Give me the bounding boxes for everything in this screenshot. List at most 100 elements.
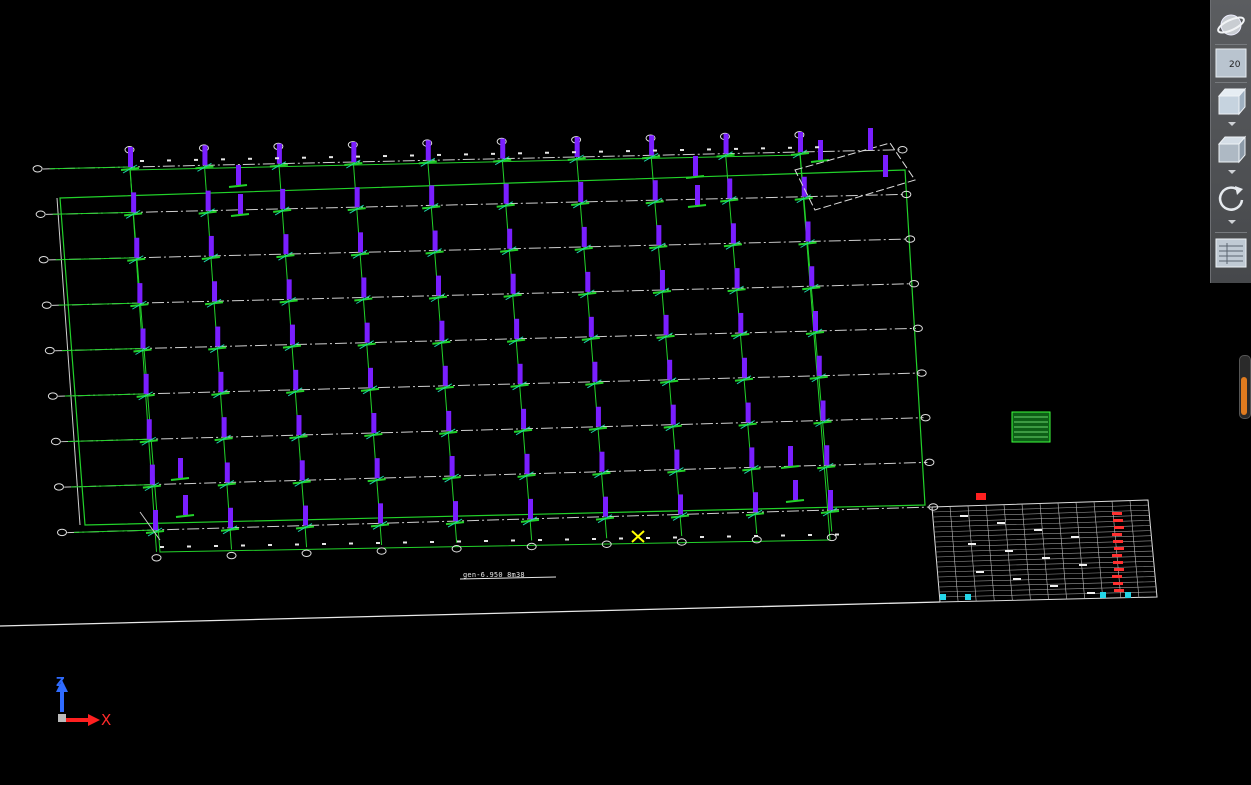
view-front-button[interactable] xyxy=(1215,86,1247,116)
dimension-tick xyxy=(565,538,569,541)
column xyxy=(134,237,140,258)
schedule-cell-text xyxy=(1087,592,1095,594)
dimension-tick xyxy=(781,534,785,537)
dimension-tick xyxy=(140,160,144,162)
view-front-dropdown-icon[interactable] xyxy=(1228,122,1236,126)
ucs-x-label: X xyxy=(101,711,112,729)
dimension-tick xyxy=(700,536,704,538)
column xyxy=(818,140,823,160)
zoom-value: 20 xyxy=(1229,60,1241,70)
column xyxy=(212,281,218,302)
column-base xyxy=(785,499,805,503)
column xyxy=(228,507,233,528)
view-back-button[interactable] xyxy=(1215,134,1247,164)
schedule-cell-text xyxy=(968,543,976,545)
column xyxy=(435,275,441,296)
column xyxy=(738,312,744,333)
column xyxy=(296,415,302,436)
column xyxy=(439,320,445,341)
column xyxy=(236,165,241,185)
axis-bubble xyxy=(905,235,916,243)
column xyxy=(734,268,740,289)
zoom-window-button[interactable]: 20 xyxy=(1215,48,1247,78)
column xyxy=(595,406,601,427)
axis-bubble xyxy=(676,538,687,546)
dimension-tick xyxy=(518,152,522,155)
rotate-dropdown-icon[interactable] xyxy=(1228,220,1236,224)
column xyxy=(303,505,308,526)
schedule-col-line xyxy=(1039,503,1049,600)
schedule-marker xyxy=(976,493,986,500)
column xyxy=(599,451,605,472)
schedule-col-line xyxy=(1093,501,1104,599)
navigation-toolbar: 20 xyxy=(1210,0,1251,283)
axis-bubble xyxy=(35,210,46,218)
axis-bubble xyxy=(151,554,162,562)
axis-bubble xyxy=(909,280,920,288)
column xyxy=(276,143,282,164)
floor-plan-drawing[interactable] xyxy=(0,0,1251,785)
view-cube-icon xyxy=(1217,135,1247,164)
schedule-col-line xyxy=(985,505,995,601)
grid-row-green xyxy=(52,211,134,215)
left-dimension-line xyxy=(56,197,81,526)
column xyxy=(805,221,811,242)
column xyxy=(592,361,598,382)
grid-axis-col xyxy=(203,158,233,550)
column xyxy=(378,503,383,524)
scrollbar-thumb[interactable] xyxy=(1241,377,1247,416)
dimension-tick xyxy=(302,156,306,159)
column-base xyxy=(170,477,190,481)
dimension-tick xyxy=(646,537,650,539)
grid-axis-col xyxy=(575,149,608,539)
dimension-tick xyxy=(511,539,515,542)
column xyxy=(816,355,822,376)
column xyxy=(745,402,751,423)
column xyxy=(753,492,758,513)
column xyxy=(205,190,211,211)
column xyxy=(371,413,377,433)
column-base xyxy=(780,465,800,469)
rotate-button[interactable] xyxy=(1215,182,1247,212)
schedule-flag xyxy=(1112,533,1122,536)
column xyxy=(883,155,888,177)
column xyxy=(723,133,729,154)
axis-bubble xyxy=(50,437,61,446)
dimension-tick xyxy=(788,146,792,149)
column xyxy=(183,495,188,515)
column xyxy=(128,147,133,167)
grid-axis-col xyxy=(724,146,758,534)
dimension-tick xyxy=(619,537,623,540)
column xyxy=(218,371,224,392)
grid-row-green xyxy=(67,438,149,442)
dimension-tick xyxy=(403,541,407,544)
model-viewport[interactable]: gen-6.950 8m38 Z X xyxy=(0,0,1251,785)
axis-bubble xyxy=(376,547,387,555)
orbit-button[interactable] xyxy=(1215,10,1247,40)
grid-axis-col xyxy=(798,144,833,532)
view-back-dropdown-icon[interactable] xyxy=(1228,170,1236,174)
schedule-flag xyxy=(1112,575,1122,578)
ground-line xyxy=(0,601,941,627)
axis-bubble xyxy=(301,549,312,557)
dimension-tick xyxy=(626,150,630,153)
column xyxy=(178,458,183,478)
layer-table-button[interactable] xyxy=(1215,238,1247,268)
grid-axis-row xyxy=(45,193,905,215)
schedule-cell-text xyxy=(1079,564,1087,566)
grid-axis-row xyxy=(58,372,920,397)
dimension-tick xyxy=(815,146,819,149)
dimension-tick xyxy=(727,535,731,538)
vertical-scrollbar[interactable] xyxy=(1239,355,1251,419)
schedule-cyan xyxy=(940,594,946,600)
column xyxy=(351,142,357,162)
grid-row-green xyxy=(58,302,140,306)
column xyxy=(153,510,158,530)
view-cube-icon xyxy=(1217,87,1247,116)
column xyxy=(652,180,658,201)
schedule-flag xyxy=(1114,526,1124,529)
dimension-tick xyxy=(538,539,542,541)
axis-bubble xyxy=(44,346,55,355)
axis-bubble xyxy=(57,528,67,537)
column xyxy=(793,480,798,500)
